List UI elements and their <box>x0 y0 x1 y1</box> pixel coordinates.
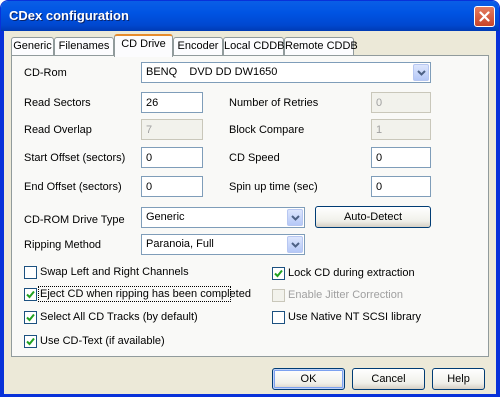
ok-button[interactable]: OK <box>272 368 345 390</box>
lock-cd-checkbox[interactable] <box>272 267 285 280</box>
number-of-retries-input <box>371 92 431 113</box>
tab-local-cddb[interactable]: Local CDDB <box>223 37 285 55</box>
read-overlap-input <box>141 119 203 140</box>
ripping-method-value: Paranoia, Full <box>146 238 214 250</box>
checkmark-icon <box>26 290 35 299</box>
cancel-button[interactable]: Cancel <box>352 368 425 390</box>
start-offset-label: Start Offset (sectors) <box>24 152 126 164</box>
select-all-tracks-checkbox[interactable] <box>24 311 37 324</box>
checkmark-icon <box>26 337 35 346</box>
lock-cd-label[interactable]: Lock CD during extraction <box>288 267 415 279</box>
title-bar[interactable]: CDex configuration <box>1 1 499 31</box>
help-button[interactable]: Help <box>432 368 485 390</box>
jitter-correction-label: Enable Jitter Correction <box>288 289 403 301</box>
native-scsi-label[interactable]: Use Native NT SCSI library <box>288 311 421 323</box>
block-compare-input <box>371 119 431 140</box>
start-offset-input[interactable] <box>141 147 203 168</box>
native-scsi-checkbox[interactable] <box>272 311 285 324</box>
drive-type-label: CD-ROM Drive Type <box>24 214 125 226</box>
eject-cd-label[interactable]: Eject CD when ripping has been completed <box>40 288 251 300</box>
number-of-retries-label: Number of Retries <box>229 97 319 109</box>
tab-generic[interactable]: Generic <box>11 37 54 55</box>
auto-detect-button[interactable]: Auto-Detect <box>315 206 431 228</box>
cd-rom-value: BENQ DVD DD DW1650 <box>146 66 278 78</box>
tab-encoder[interactable]: Encoder <box>173 37 223 55</box>
checkmark-icon <box>274 269 283 278</box>
checkmark-icon <box>26 313 35 322</box>
use-cd-text-checkbox[interactable] <box>24 335 37 348</box>
spin-up-time-label: Spin up time (sec) <box>229 181 318 193</box>
read-sectors-label: Read Sectors <box>24 97 91 109</box>
ripping-method-select[interactable]: Paranoia, Full <box>141 234 305 255</box>
drive-type-select[interactable]: Generic <box>141 207 305 228</box>
select-all-tracks-label[interactable]: Select All CD Tracks (by default) <box>40 311 198 323</box>
chevron-down-icon <box>290 214 300 221</box>
swap-channels-checkbox[interactable] <box>24 266 37 279</box>
close-icon <box>479 11 490 22</box>
read-sectors-input[interactable] <box>141 92 203 113</box>
cd-speed-label: CD Speed <box>229 152 280 164</box>
end-offset-label: End Offset (sectors) <box>24 181 122 193</box>
chevron-down-icon <box>416 69 426 76</box>
block-compare-label: Block Compare <box>229 124 305 136</box>
config-dialog: CDex configuration Generic Filenames CD … <box>0 0 500 397</box>
chevron-down-icon <box>290 241 300 248</box>
cd-speed-input[interactable] <box>371 147 431 168</box>
close-button[interactable] <box>474 6 495 27</box>
end-offset-input[interactable] <box>141 176 203 197</box>
tab-cd-drive[interactable]: CD Drive <box>114 34 173 57</box>
tab-remote-cddb[interactable]: Remote CDDB <box>284 37 358 55</box>
cd-rom-select[interactable]: BENQ DVD DD DW1650 <box>141 62 431 83</box>
eject-cd-checkbox[interactable] <box>24 288 37 301</box>
cd-rom-label: CD-Rom <box>24 67 67 79</box>
jitter-correction-checkbox <box>272 289 285 302</box>
tab-filenames[interactable]: Filenames <box>54 37 114 55</box>
drive-type-value: Generic <box>146 211 185 223</box>
read-overlap-label: Read Overlap <box>24 124 92 136</box>
swap-channels-label[interactable]: Swap Left and Right Channels <box>40 266 189 278</box>
cd-rom-dropdown-button[interactable] <box>413 64 429 81</box>
use-cd-text-label[interactable]: Use CD-Text (if available) <box>40 335 165 347</box>
window-title: CDex configuration <box>9 8 129 23</box>
ripping-method-dropdown-button[interactable] <box>287 236 303 253</box>
spin-up-time-input[interactable] <box>371 176 431 197</box>
drive-type-dropdown-button[interactable] <box>287 209 303 226</box>
ripping-method-label: Ripping Method <box>24 239 102 251</box>
